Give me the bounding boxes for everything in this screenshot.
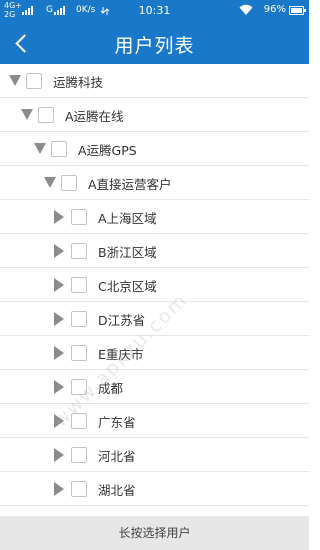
tree-checkbox[interactable]: [71, 209, 87, 225]
tree-item-label: 广东省: [98, 415, 136, 430]
tree-row[interactable]: 河北省: [0, 438, 309, 472]
tree-item-label: B浙江区域: [98, 245, 157, 260]
caret-right-icon[interactable]: [54, 448, 64, 462]
tree-item-label: A运腾GPS: [78, 143, 137, 158]
battery-percent: 96%: [263, 4, 286, 15]
caret-right-icon[interactable]: [54, 380, 64, 394]
wifi-icon: [239, 4, 253, 16]
tree-checkbox[interactable]: [71, 243, 87, 259]
caret-right-icon[interactable]: [54, 244, 64, 258]
tree-row[interactable]: 广东省: [0, 404, 309, 438]
clock: 10:31: [138, 4, 171, 17]
tree-checkbox[interactable]: [26, 73, 42, 89]
tree-checkbox[interactable]: [71, 277, 87, 293]
tree-row[interactable]: 运腾科技: [0, 64, 309, 98]
tree-checkbox[interactable]: [71, 311, 87, 327]
tree-item-label: A直接运营客户: [88, 177, 172, 192]
caret-down-icon[interactable]: [44, 177, 56, 188]
tree-checkbox[interactable]: [61, 175, 77, 191]
tree-item-label: C北京区域: [98, 279, 157, 294]
caret-right-icon[interactable]: [54, 278, 64, 292]
tree-row[interactable]: A直接运营客户: [0, 166, 309, 200]
page-title: 用户列表: [114, 35, 195, 57]
tree-item-label: D江苏省: [98, 313, 146, 328]
app-bar: 用户列表: [0, 22, 309, 64]
tree-item-label: E重庆市: [98, 347, 144, 362]
tree-item-label: 河北省: [98, 449, 136, 464]
tree-row[interactable]: E重庆市: [0, 336, 309, 370]
tree-item-label: A运腾在线: [65, 109, 124, 124]
tree-item-label: 运腾科技: [53, 75, 104, 90]
caret-right-icon[interactable]: [54, 312, 64, 326]
caret-down-icon[interactable]: [34, 143, 46, 154]
caret-down-icon[interactable]: [9, 75, 21, 86]
caret-right-icon[interactable]: [54, 482, 64, 496]
tree-row[interactable]: A运腾在线: [0, 98, 309, 132]
user-tree-list[interactable]: 运腾科技 A运腾在线 A运腾GPS A直接运营客户 A上海区域 B浙江区域 C北京区域 D江苏…: [0, 64, 309, 516]
tree-checkbox[interactable]: [71, 413, 87, 429]
tree-row[interactable]: 湖北省: [0, 472, 309, 506]
caret-right-icon[interactable]: [54, 346, 64, 360]
tree-item-label: A上海区域: [98, 211, 157, 226]
tree-row[interactable]: B浙江区域: [0, 234, 309, 268]
tree-row[interactable]: 成都: [0, 370, 309, 404]
tree-checkbox[interactable]: [38, 107, 54, 123]
tree-checkbox[interactable]: [71, 345, 87, 361]
tree-row[interactable]: A运腾GPS: [0, 132, 309, 166]
tree-checkbox[interactable]: [71, 481, 87, 497]
tree-checkbox[interactable]: [71, 447, 87, 463]
tree-row[interactable]: C北京区域: [0, 268, 309, 302]
tree-row[interactable]: A上海区域: [0, 200, 309, 234]
caret-down-icon[interactable]: [21, 109, 33, 120]
tree-checkbox[interactable]: [51, 141, 67, 157]
tree-row[interactable]: D江苏省: [0, 302, 309, 336]
battery-icon: [289, 6, 306, 15]
tree-item-label: 成都: [98, 381, 124, 396]
caret-right-icon[interactable]: [54, 414, 64, 428]
status-bar: 4G+ 2G G 0K/s 10:31 96%: [0, 0, 309, 22]
tree-checkbox[interactable]: [71, 379, 87, 395]
caret-right-icon[interactable]: [54, 210, 64, 224]
tree-item-label: 湖北省: [98, 483, 136, 498]
long-press-select-button[interactable]: 长按选择用户: [0, 516, 309, 550]
